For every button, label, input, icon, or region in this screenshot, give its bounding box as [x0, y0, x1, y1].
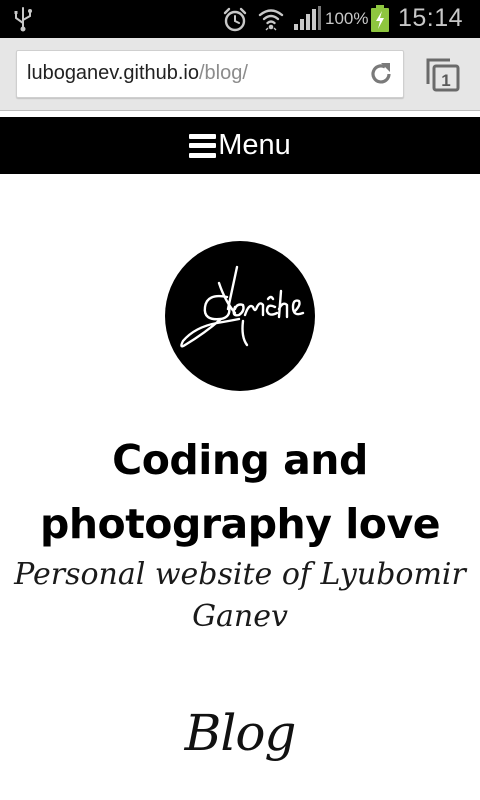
wifi-icon: [258, 9, 284, 31]
menu-bar[interactable]: Menu: [0, 117, 480, 174]
signal-icon: [294, 6, 321, 30]
alarm-icon: [223, 7, 247, 32]
site-subtitle: Personal website of Lyubomir Ganev: [14, 557, 466, 634]
browser-toolbar: luboganev.github.io/blog/ 1: [0, 38, 480, 111]
menu-label: Menu: [218, 129, 291, 161]
tab-count: 1: [441, 71, 450, 90]
address-bar[interactable]: luboganev.github.io/blog/: [16, 50, 404, 98]
url-host: luboganev.github.io: [27, 62, 199, 84]
url-path: /blog/: [199, 62, 248, 84]
reload-icon[interactable]: [367, 60, 395, 88]
url-text[interactable]: luboganev.github.io/blog/: [27, 62, 248, 85]
signature-logo-icon: [180, 265, 305, 348]
menu-button[interactable]: Menu: [189, 129, 291, 162]
battery-charging-icon: [371, 5, 389, 32]
battery-percent: 100%: [325, 9, 369, 28]
section-heading: Blog: [184, 704, 297, 762]
screen: 100% 15:14 luboganev.github.io/blog/ 1 M…: [0, 0, 480, 800]
site-logo[interactable]: [165, 241, 315, 391]
status-clock: 15:14: [398, 4, 464, 32]
status-bar: 100% 15:14: [0, 0, 480, 38]
hamburger-icon: [189, 133, 217, 158]
site-title: Coding and photography love: [40, 436, 441, 548]
tabs-icon[interactable]: 1: [424, 56, 462, 94]
usb-icon: [14, 7, 32, 32]
